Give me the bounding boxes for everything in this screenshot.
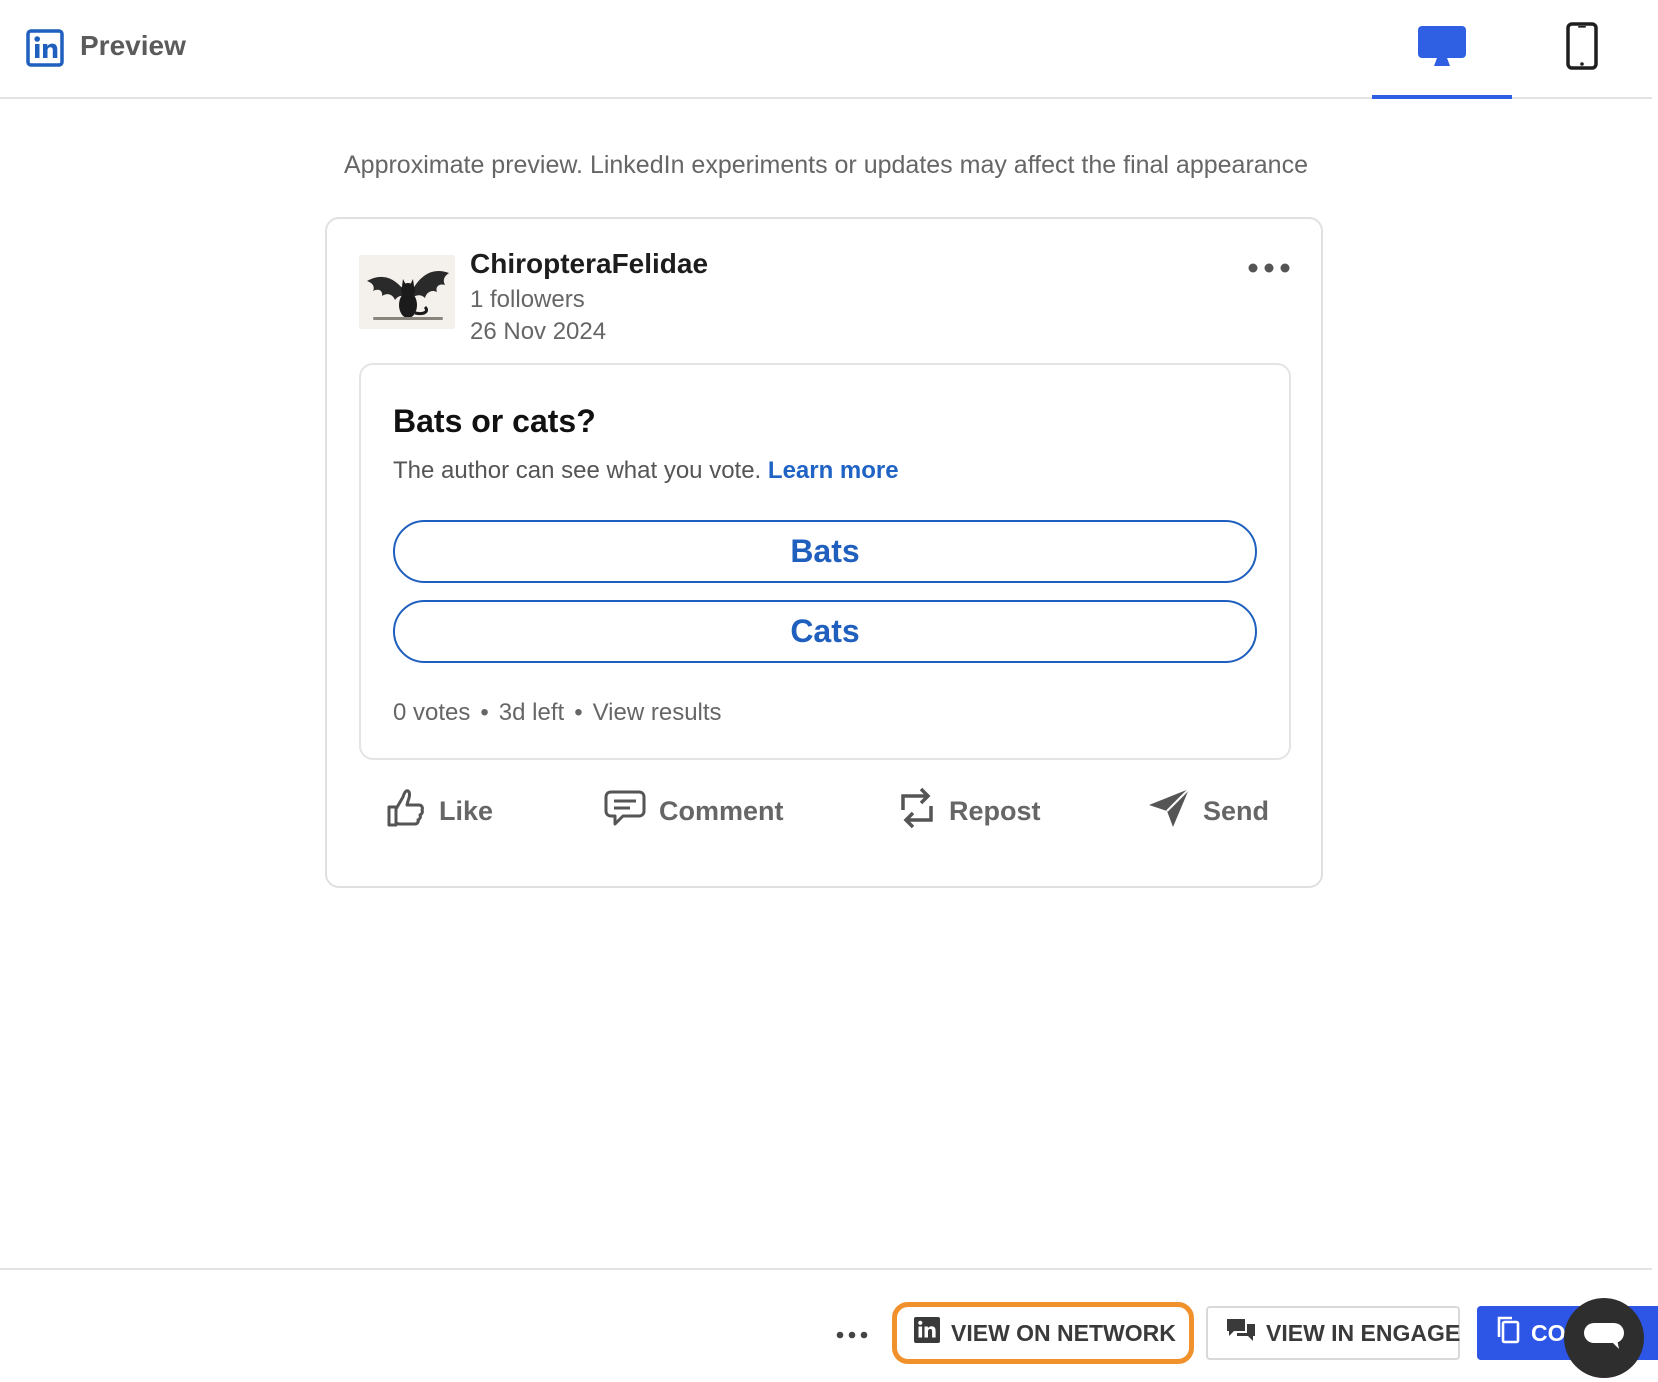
copy-label: CO — [1531, 1319, 1566, 1346]
author-name[interactable]: ChiropteraFelidae — [470, 248, 708, 280]
send-button[interactable]: Send — [1147, 779, 1269, 843]
preview-footer: VIEW ON NETWORK VIEW IN ENGAGE CO — [0, 1268, 1658, 1382]
view-on-network-label: VIEW ON NETWORK — [951, 1319, 1176, 1346]
page-title: Preview — [80, 30, 186, 61]
poll-box: Bats or cats? The author can see what yo… — [359, 363, 1291, 760]
repost-label: Repost — [949, 795, 1041, 826]
learn-more-link[interactable]: Learn more — [768, 457, 899, 484]
repost-arrows-icon — [897, 784, 937, 839]
more-horizontal-icon — [1247, 261, 1291, 279]
vote-count: 0 votes — [393, 699, 471, 726]
preview-page: Preview Approximate preview. LinkedIn ex… — [0, 0, 1658, 1382]
follower-count: 1 followers — [470, 286, 585, 313]
poll-note-text: The author can see what you vote. — [393, 457, 762, 484]
separator-dot: • — [480, 699, 489, 726]
comment-bubble-icon — [603, 788, 647, 835]
tab-mobile[interactable] — [1512, 0, 1652, 97]
poll-option-cats[interactable]: Cats — [393, 600, 1257, 663]
thumbs-up-icon — [385, 787, 427, 836]
linkedin-icon — [913, 1316, 941, 1350]
post-actions: Like Comment Repost Send — [327, 779, 1325, 843]
view-in-engage-button[interactable]: VIEW IN ENGAGE — [1206, 1306, 1460, 1360]
author-avatar[interactable] — [359, 255, 455, 329]
copy-icon — [1495, 1315, 1521, 1351]
view-in-engage-label: VIEW IN ENGAGE — [1266, 1319, 1461, 1346]
poll-meta: 0 votes • 3d left • View results — [393, 699, 722, 727]
more-horizontal-icon — [836, 1326, 868, 1344]
post-more-button[interactable] — [1243, 255, 1295, 285]
poll-question: Bats or cats? — [393, 403, 596, 439]
chat-icon — [1583, 1321, 1625, 1356]
tab-desktop[interactable] — [1372, 0, 1512, 99]
footer-more-button[interactable] — [832, 1320, 872, 1350]
post-date: 26 Nov 2024 — [470, 318, 607, 345]
poll-option-bats[interactable]: Bats — [393, 520, 1257, 583]
post-card: ChiropteraFelidae 1 followers 26 Nov 202… — [325, 217, 1323, 888]
mobile-phone-icon — [1566, 22, 1598, 75]
time-left: 3d left — [498, 699, 565, 726]
poll-visibility-note: The author can see what you vote. Learn … — [393, 457, 899, 485]
winged-black-cat-avatar — [359, 255, 455, 329]
comment-button[interactable]: Comment — [603, 779, 784, 843]
support-chat-button[interactable] — [1564, 1298, 1644, 1378]
view-results-link[interactable]: View results — [593, 699, 722, 727]
linkedin-icon — [26, 29, 64, 67]
view-on-network-button[interactable]: VIEW ON NETWORK — [892, 1302, 1194, 1364]
separator-dot: • — [574, 699, 583, 726]
repost-button[interactable]: Repost — [897, 779, 1041, 843]
preview-header: Preview — [0, 0, 1652, 99]
send-label: Send — [1203, 795, 1270, 826]
like-button[interactable]: Like — [385, 779, 493, 843]
desktop-monitor-icon — [1417, 24, 1467, 73]
comment-label: Comment — [659, 795, 784, 826]
chat-bubbles-icon — [1226, 1317, 1256, 1349]
send-paper-plane-icon — [1147, 787, 1191, 836]
like-label: Like — [439, 795, 494, 826]
preview-disclaimer: Approximate preview. LinkedIn experiment… — [344, 151, 1308, 179]
